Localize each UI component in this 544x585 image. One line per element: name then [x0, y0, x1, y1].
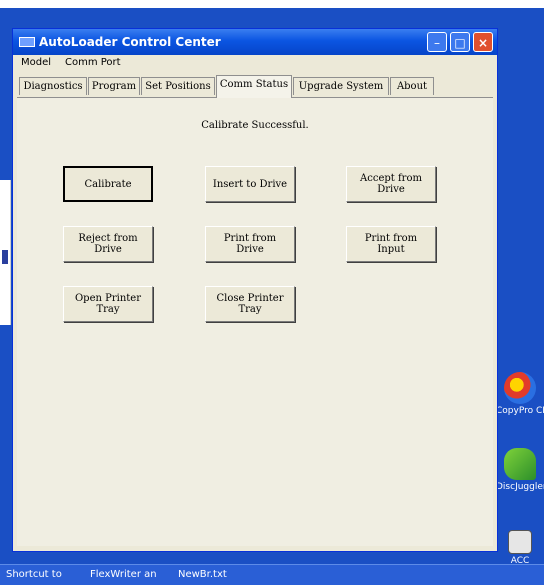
- tab-set-positions[interactable]: Set Positions: [141, 77, 215, 95]
- desktop-icon-label: DiscJuggler: [496, 482, 544, 492]
- print-from-drive-button[interactable]: Print from Drive: [205, 226, 295, 262]
- menu-comm-port[interactable]: Comm Port: [65, 57, 121, 68]
- app-window: AutoLoader Control Center – □ × Model Co…: [12, 28, 498, 552]
- maximize-button[interactable]: □: [450, 32, 470, 52]
- calibrate-button[interactable]: Calibrate: [63, 166, 153, 202]
- tab-program[interactable]: Program: [88, 77, 140, 95]
- cd-painter-icon: [504, 372, 536, 404]
- close-button[interactable]: ×: [473, 32, 493, 52]
- taskbar: Shortcut to FlexWriter an NewBr.txt: [0, 564, 544, 585]
- tab-bar: Diagnostics Program Set Positions Comm S…: [17, 75, 493, 98]
- minimize-button[interactable]: –: [427, 32, 447, 52]
- taskbar-item[interactable]: Shortcut to: [6, 569, 62, 580]
- app-icon: [19, 37, 35, 47]
- status-message: Calibrate Successful.: [201, 120, 309, 131]
- taskbar-item[interactable]: FlexWriter an: [90, 569, 157, 580]
- reject-from-drive-button[interactable]: Reject from Drive: [63, 226, 153, 262]
- menu-model[interactable]: Model: [21, 57, 51, 68]
- tab-about[interactable]: About: [390, 77, 434, 95]
- desktop-icon-cd-painter[interactable]: CopyPro CD Painter: [496, 372, 544, 416]
- tab-comm-status[interactable]: Comm Status: [216, 75, 292, 98]
- open-printer-tray-button[interactable]: Open Printer Tray: [63, 286, 153, 322]
- print-from-input-button[interactable]: Print from Input: [346, 226, 436, 262]
- insert-to-drive-button[interactable]: Insert to Drive: [205, 166, 295, 202]
- desktop-icon-acc[interactable]: ACC: [496, 530, 544, 566]
- comm-status-panel: Calibrate Successful. Calibrate Insert t…: [17, 98, 493, 546]
- accept-from-drive-button[interactable]: Accept from Drive: [346, 166, 436, 202]
- close-printer-tray-button[interactable]: Close Printer Tray: [205, 286, 295, 322]
- desktop-icon-discjuggler[interactable]: DiscJuggler: [496, 448, 544, 492]
- desktop-icon-label: CopyPro CD Painter: [496, 406, 544, 416]
- window-title: AutoLoader Control Center: [39, 35, 221, 49]
- menu-bar: Model Comm Port: [13, 55, 497, 71]
- background-window-edge: [0, 180, 11, 325]
- tab-diagnostics[interactable]: Diagnostics: [19, 77, 87, 95]
- window-edge-marker: [2, 250, 8, 264]
- tab-upgrade-system[interactable]: Upgrade System: [293, 77, 389, 95]
- taskbar-item[interactable]: NewBr.txt: [178, 569, 227, 580]
- acc-icon: [508, 530, 532, 554]
- title-bar[interactable]: AutoLoader Control Center – □ ×: [13, 29, 497, 55]
- discjuggler-icon: [504, 448, 536, 480]
